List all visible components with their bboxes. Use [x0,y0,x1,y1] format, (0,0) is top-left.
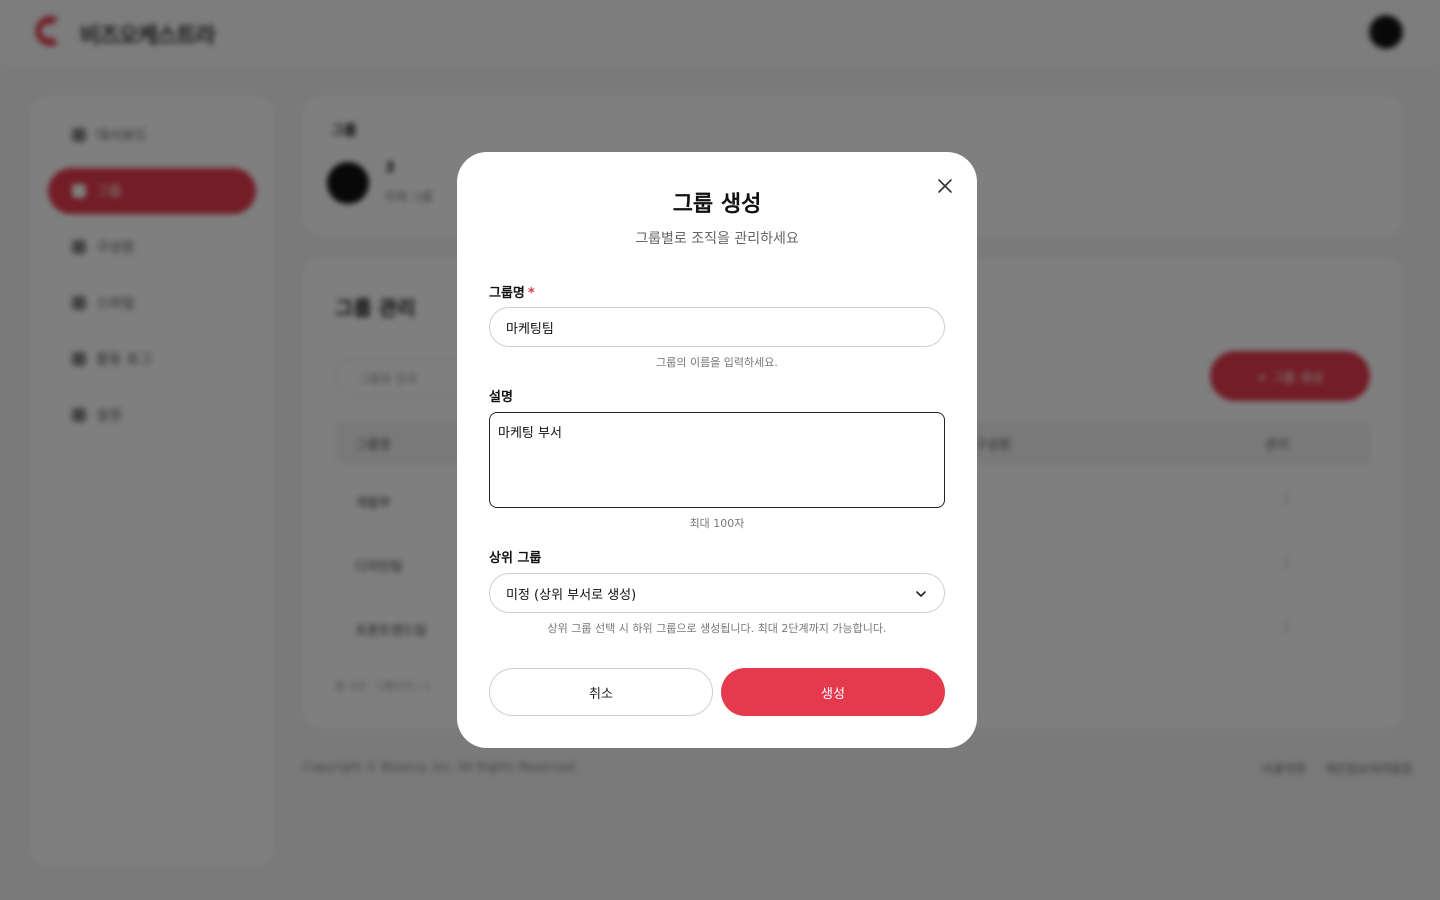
create-group-modal: 그룹 생성 그룹별로 조직을 관리하세요 그룹명* 그룹의 이름을 입력하세요.… [457,152,977,748]
chevron-down-icon [916,591,926,597]
description-label: 설명 [489,390,513,405]
required-mark: * [527,286,535,301]
modal-title: 그룹 생성 [672,192,762,217]
parent-group-select[interactable]: 미정 (상위 부서로 생성) [489,573,945,613]
cancel-button[interactable]: 취소 [489,668,713,716]
modal-subtitle: 그룹별로 조직을 관리하세요 [635,231,799,247]
create-button[interactable]: 생성 [721,668,945,716]
description-help: 최대 100자 [689,517,745,530]
description-textarea[interactable]: 마케팅 부서 [489,412,945,508]
group-name-label: 그룹명 * [489,282,535,301]
group-name-input[interactable] [489,307,945,347]
parent-group-value: 미정 (상위 부서로 생성) [506,587,637,603]
group-name-help: 그룹의 이름을 입력하세요. [656,356,778,369]
group-name-label-text: 그룹명 [489,286,525,301]
parent-group-label: 상위 그룹 [489,551,542,566]
parent-group-help: 상위 그룹 선택 시 하위 그룹으로 생성됩니다. 최대 2단계까지 가능합니다… [547,622,887,635]
